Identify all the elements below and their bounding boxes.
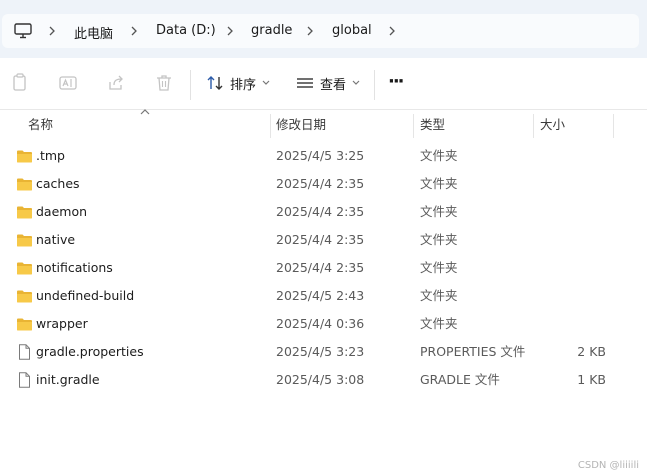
column-divider[interactable] [413, 114, 414, 138]
file-date: 2025/4/5 3:25 [276, 148, 365, 163]
chevron-down-icon [262, 80, 270, 85]
sort-button[interactable]: 排序 [206, 72, 276, 94]
file-name: .tmp [36, 148, 65, 163]
file-row[interactable]: gradle.properties 2025/4/5 3:23 PROPERTIES… [0, 338, 647, 366]
file-type: GRADLE 文件 [420, 372, 500, 387]
file-date: 2025/4/5 2:43 [276, 288, 365, 303]
delete-icon[interactable] [154, 73, 174, 93]
breadcrumb-this-pc[interactable]: 此电脑 [74, 23, 113, 42]
chevron-down-icon [352, 80, 360, 85]
view-list-icon [297, 78, 313, 88]
file-type: 文件夹 [420, 176, 458, 191]
file-icon [19, 344, 30, 360]
file-date: 2025/4/4 0:36 [276, 316, 365, 331]
column-header: 名称 修改日期 类型 大小 [0, 110, 647, 140]
column-type[interactable]: 类型 [420, 110, 445, 140]
file-size: 1 KB [577, 372, 606, 387]
file-type: 文件夹 [420, 316, 458, 331]
chevron-right-icon [307, 26, 313, 36]
file-row[interactable]: undefined-build 2025/4/5 2:43 文件夹 [0, 282, 647, 310]
toolbar-divider [374, 70, 375, 100]
command-bar: 排序 查看 ··· [0, 58, 647, 110]
file-date: 2025/4/5 3:08 [276, 372, 365, 387]
file-row[interactable]: .tmp 2025/4/5 3:25 文件夹 [0, 142, 647, 170]
file-list: .tmp 2025/4/5 3:25 文件夹 caches 2025/4/4 2:35 文… [0, 142, 647, 394]
breadcrumb-global[interactable]: global [332, 23, 372, 38]
chevron-right-icon[interactable] [386, 24, 398, 38]
file-size: 2 KB [577, 344, 606, 359]
copy-icon[interactable] [10, 73, 30, 93]
column-divider[interactable] [533, 114, 534, 138]
share-icon[interactable] [106, 73, 126, 93]
column-divider[interactable] [270, 114, 271, 138]
file-row[interactable]: wrapper 2025/4/4 0:36 文件夹 [0, 310, 647, 338]
address-bar-region: 此电脑 Data (D:) gradle global [0, 0, 647, 58]
folder-icon [17, 262, 32, 275]
chevron-right-icon [227, 26, 233, 36]
file-name: notifications [36, 260, 113, 275]
column-date[interactable]: 修改日期 [276, 110, 326, 140]
folder-icon [17, 150, 32, 163]
toolbar-divider [190, 70, 191, 100]
more-options-button[interactable]: ··· [388, 70, 404, 92]
sort-icon [207, 76, 223, 90]
file-date: 2025/4/4 2:35 [276, 232, 365, 247]
computer-icon[interactable] [14, 23, 32, 39]
file-name: init.gradle [36, 372, 100, 387]
file-type: 文件夹 [420, 260, 458, 275]
file-type: 文件夹 [420, 204, 458, 219]
file-row[interactable]: init.gradle 2025/4/5 3:08 GRADLE 文件 1 KB [0, 366, 647, 394]
file-type: 文件夹 [420, 288, 458, 303]
file-name: native [36, 232, 76, 247]
file-name: caches [36, 176, 80, 191]
file-name: wrapper [36, 316, 88, 331]
file-type: PROPERTIES 文件 [420, 344, 526, 359]
folder-icon [17, 206, 32, 219]
file-row[interactable]: caches 2025/4/4 2:35 文件夹 [0, 170, 647, 198]
file-date: 2025/4/4 2:35 [276, 260, 365, 275]
view-button[interactable]: 查看 [296, 72, 366, 94]
watermark: CSDN @liiiili [577, 460, 639, 471]
column-divider[interactable] [613, 114, 614, 138]
folder-icon [17, 318, 32, 331]
file-icon [19, 372, 30, 388]
file-date: 2025/4/4 2:35 [276, 176, 365, 191]
breadcrumb-gradle[interactable]: gradle [251, 23, 292, 38]
file-type: 文件夹 [420, 148, 458, 163]
file-row[interactable]: native 2025/4/4 2:35 文件夹 [0, 226, 647, 254]
file-type: 文件夹 [420, 232, 458, 247]
file-name: undefined-build [36, 288, 135, 303]
folder-icon [17, 290, 32, 303]
column-name[interactable]: 名称 [28, 110, 53, 140]
file-row[interactable]: daemon 2025/4/4 2:35 文件夹 [0, 198, 647, 226]
breadcrumb-data-drive[interactable]: Data (D:) [156, 23, 216, 38]
view-label: 查看 [320, 77, 347, 93]
address-bar[interactable]: 此电脑 Data (D:) gradle global [2, 14, 639, 48]
sort-label: 排序 [230, 77, 257, 93]
folder-icon [17, 234, 32, 247]
chevron-right-icon [49, 26, 55, 36]
folder-icon [17, 178, 32, 191]
chevron-right-icon [131, 26, 137, 36]
file-date: 2025/4/4 2:35 [276, 204, 365, 219]
rename-icon[interactable] [58, 73, 78, 93]
file-name: gradle.properties [36, 344, 144, 359]
file-name: daemon [36, 204, 88, 219]
file-date: 2025/4/5 3:23 [276, 344, 365, 359]
column-size[interactable]: 大小 [540, 110, 565, 140]
file-row[interactable]: notifications 2025/4/4 2:35 文件夹 [0, 254, 647, 282]
